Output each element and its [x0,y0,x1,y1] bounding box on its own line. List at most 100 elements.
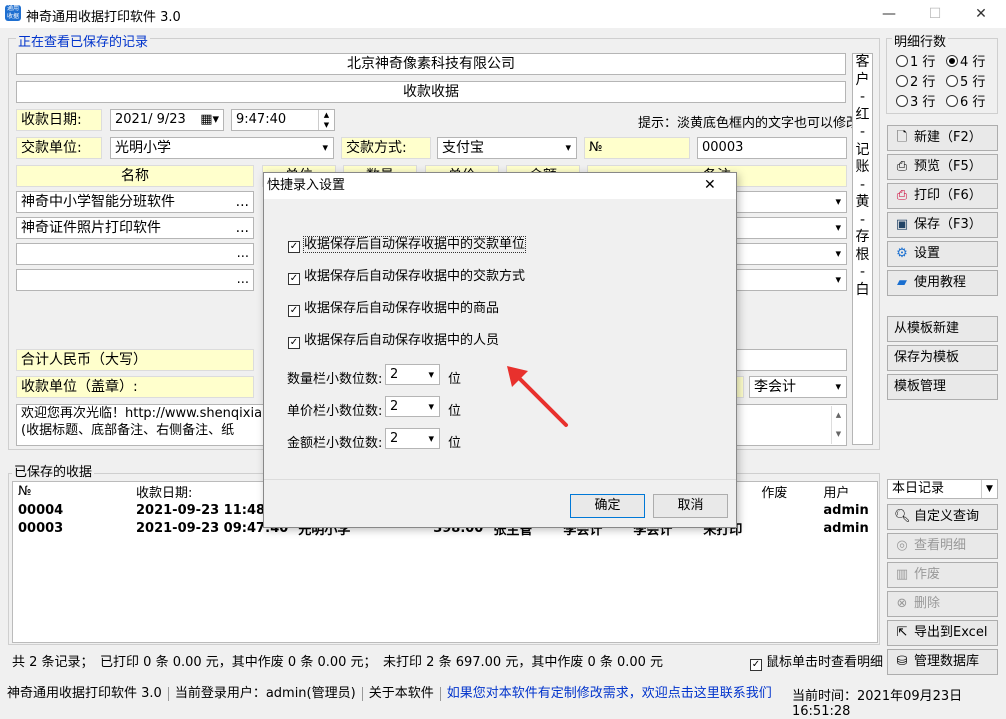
rows-option-4[interactable]: 4 行 [946,51,985,70]
template-management-button[interactable]: 模板管理 [887,374,998,400]
time-picker[interactable]: 9:47:40 ▲ ▼ [231,109,335,131]
tutorial-button[interactable]: ▰ 使用教程 [887,270,998,296]
header-user[interactable]: 用户 [818,482,877,501]
status-app-name: 神奇通用收据打印软件 3.0 [7,686,162,701]
save-button[interactable]: ▣ 保存（F3） [887,212,998,238]
note-select[interactable] [736,191,847,213]
cancel-button[interactable]: 取消 [653,494,728,518]
calendar-icon[interactable]: ▦▾ [200,110,219,130]
cell: admin [823,521,869,536]
item-name-value: 神奇中小学智能分班软件 [21,194,175,210]
preview-button[interactable]: ⎙ 预览（F5） [887,154,998,180]
side-note-char: - [859,211,866,228]
payment-method-select[interactable]: 支付宝 [437,137,577,159]
button-label: 作废 [914,567,941,582]
view-detail-button[interactable]: ◎ 查看明细 [887,533,998,559]
auto-save-payer-checkbox[interactable]: ✓ 收据保存后自动保存收据中的交款单位 [288,233,527,253]
print-button[interactable]: ⎙ 打印（F6） [887,183,998,209]
filter-select[interactable]: 本日记录 ▼ [887,479,998,499]
rows-option-1[interactable]: 1 行 [896,51,935,70]
amount-decimals-select[interactable]: 2 [385,428,440,449]
divider [167,686,169,701]
button-label: 保存为模板 [894,350,960,365]
note-select[interactable] [736,217,847,239]
rows-option-5[interactable]: 5 行 [946,71,985,90]
rows-option-6[interactable]: 6 行 [946,91,985,110]
item-picker-button[interactable]: ... [236,218,249,238]
note-select[interactable] [736,269,847,291]
quick-entry-settings-dialog: 快捷录入设置 ✕ ✓ 收据保存后自动保存收据中的交款单位 ✓ 收据保存后自动保存收据… [263,172,737,528]
receipt-title-field[interactable]: 收款收据 [16,81,846,103]
item-name-field[interactable]: 神奇中小学智能分班软件... [16,191,254,213]
from-template-button[interactable]: 从模板新建 [887,316,998,342]
note-select[interactable] [736,243,847,265]
price-decimals-select[interactable]: 2 [385,396,440,417]
item-picker-button[interactable]: ... [237,270,249,290]
unit-label: 位 [448,436,462,451]
button-label: 设置 [914,246,941,261]
side-note-char: 红 [855,106,870,123]
divider [439,686,441,701]
auto-save-staff-checkbox[interactable]: ✓ 收据保存后自动保存收据中的人员 [288,329,499,349]
payer-select[interactable]: 光明小学 [110,137,334,159]
chevron-down-icon[interactable]: ▼ [981,480,997,498]
time-spinner-icon[interactable]: ▲ ▼ [318,110,334,130]
unit-label: 位 [448,372,462,387]
checkbox-label: 收据保存后自动保存收据中的交款单位 [302,236,527,253]
custom-query-button[interactable]: 🔍︎ 自定义查询 [887,504,998,530]
column-header-name[interactable]: 名称 [16,165,254,187]
payer-label[interactable]: 交款单位: [16,137,102,159]
item-picker-button[interactable]: ... [236,192,249,212]
delete-button[interactable]: ⊗ 删除 [887,591,998,617]
settings-button[interactable]: ⚙ 设置 [887,241,998,267]
side-note-char: 账 [855,159,870,175]
contact-link[interactable]: 如果您对本软件有定制修改需求，欢迎点击这里联系我们 [447,686,772,701]
side-note-char: - [859,264,866,280]
item-picker-button[interactable]: ... [237,244,249,264]
close-button[interactable]: ✕ [958,0,1004,28]
rows-option-label: 1 行 [910,55,936,70]
about-link[interactable]: 关于本软件 [369,686,434,701]
item-name-field[interactable]: ... [16,269,254,291]
date-picker[interactable]: 2021/ 9/23 ▦▾ [110,109,224,131]
header-void[interactable]: 作废 [756,482,818,501]
viewing-saved-link[interactable]: 正在查看已保存的记录 [16,31,151,50]
header-no[interactable]: № [13,482,131,501]
date-label[interactable]: 收款日期: [16,109,102,131]
dialog-close-icon[interactable]: ✕ [704,177,716,193]
minimize-button[interactable]: — [866,0,912,28]
number-field[interactable]: 00003 [697,137,847,159]
scrollbar[interactable]: ▲ ▼ [831,406,845,444]
maximize-button[interactable]: ☐ [912,0,958,28]
item-name-field[interactable]: 神奇证件照片打印软件... [16,217,254,239]
side-note-column[interactable]: 客户-红-记账-黄-存根-白 [852,53,873,445]
export-excel-button[interactable]: ⇱ 导出到Excel [887,620,998,646]
auto-save-payment-checkbox[interactable]: ✓ 收据保存后自动保存收据中的交款方式 [288,265,525,285]
accountant-select[interactable]: 李会计 [749,376,847,398]
payment-method-label[interactable]: 交款方式: [341,137,431,159]
side-note-char: - [859,124,866,140]
item-name-field[interactable]: ... [16,243,254,265]
number-label[interactable]: № [584,137,690,159]
total-amount-field[interactable] [736,349,847,371]
void-button[interactable]: ▥ 作废 [887,562,998,588]
auto-save-goods-checkbox[interactable]: ✓ 收据保存后自动保存收据中的商品 [288,297,499,317]
checkbox-label: 收据保存后自动保存收据中的人员 [304,333,500,348]
checkbox-checked-icon: ✓ [288,241,300,253]
manage-database-button[interactable]: ⛁ 管理数据库 [887,649,998,675]
company-name-field[interactable]: 北京神奇像素科技有限公司 [16,53,846,75]
new-button[interactable]: 🗋 新建（F2） [887,125,998,151]
click-view-checkbox[interactable]: ✓ 鼠标单击时查看明细 [750,651,883,671]
checkbox-label: 鼠标单击时查看明细 [766,655,884,670]
rows-option-3[interactable]: 3 行 [896,91,935,110]
receiver-label[interactable]: 收款单位（盖章）: [16,376,254,398]
magnifier-icon: ◎ [896,538,908,553]
save-as-template-button[interactable]: 保存为模板 [887,345,998,371]
rows-option-2[interactable]: 2 行 [896,71,935,90]
qty-decimals-select[interactable]: 2 [385,364,440,385]
ok-button[interactable]: 确定 [570,494,645,518]
dialog-title: 快捷录入设置 [264,173,736,199]
total-label[interactable]: 合计人民币（大写） [16,349,254,371]
accountant-label[interactable] [736,376,744,398]
button-label: 新建（F2） [914,130,982,145]
